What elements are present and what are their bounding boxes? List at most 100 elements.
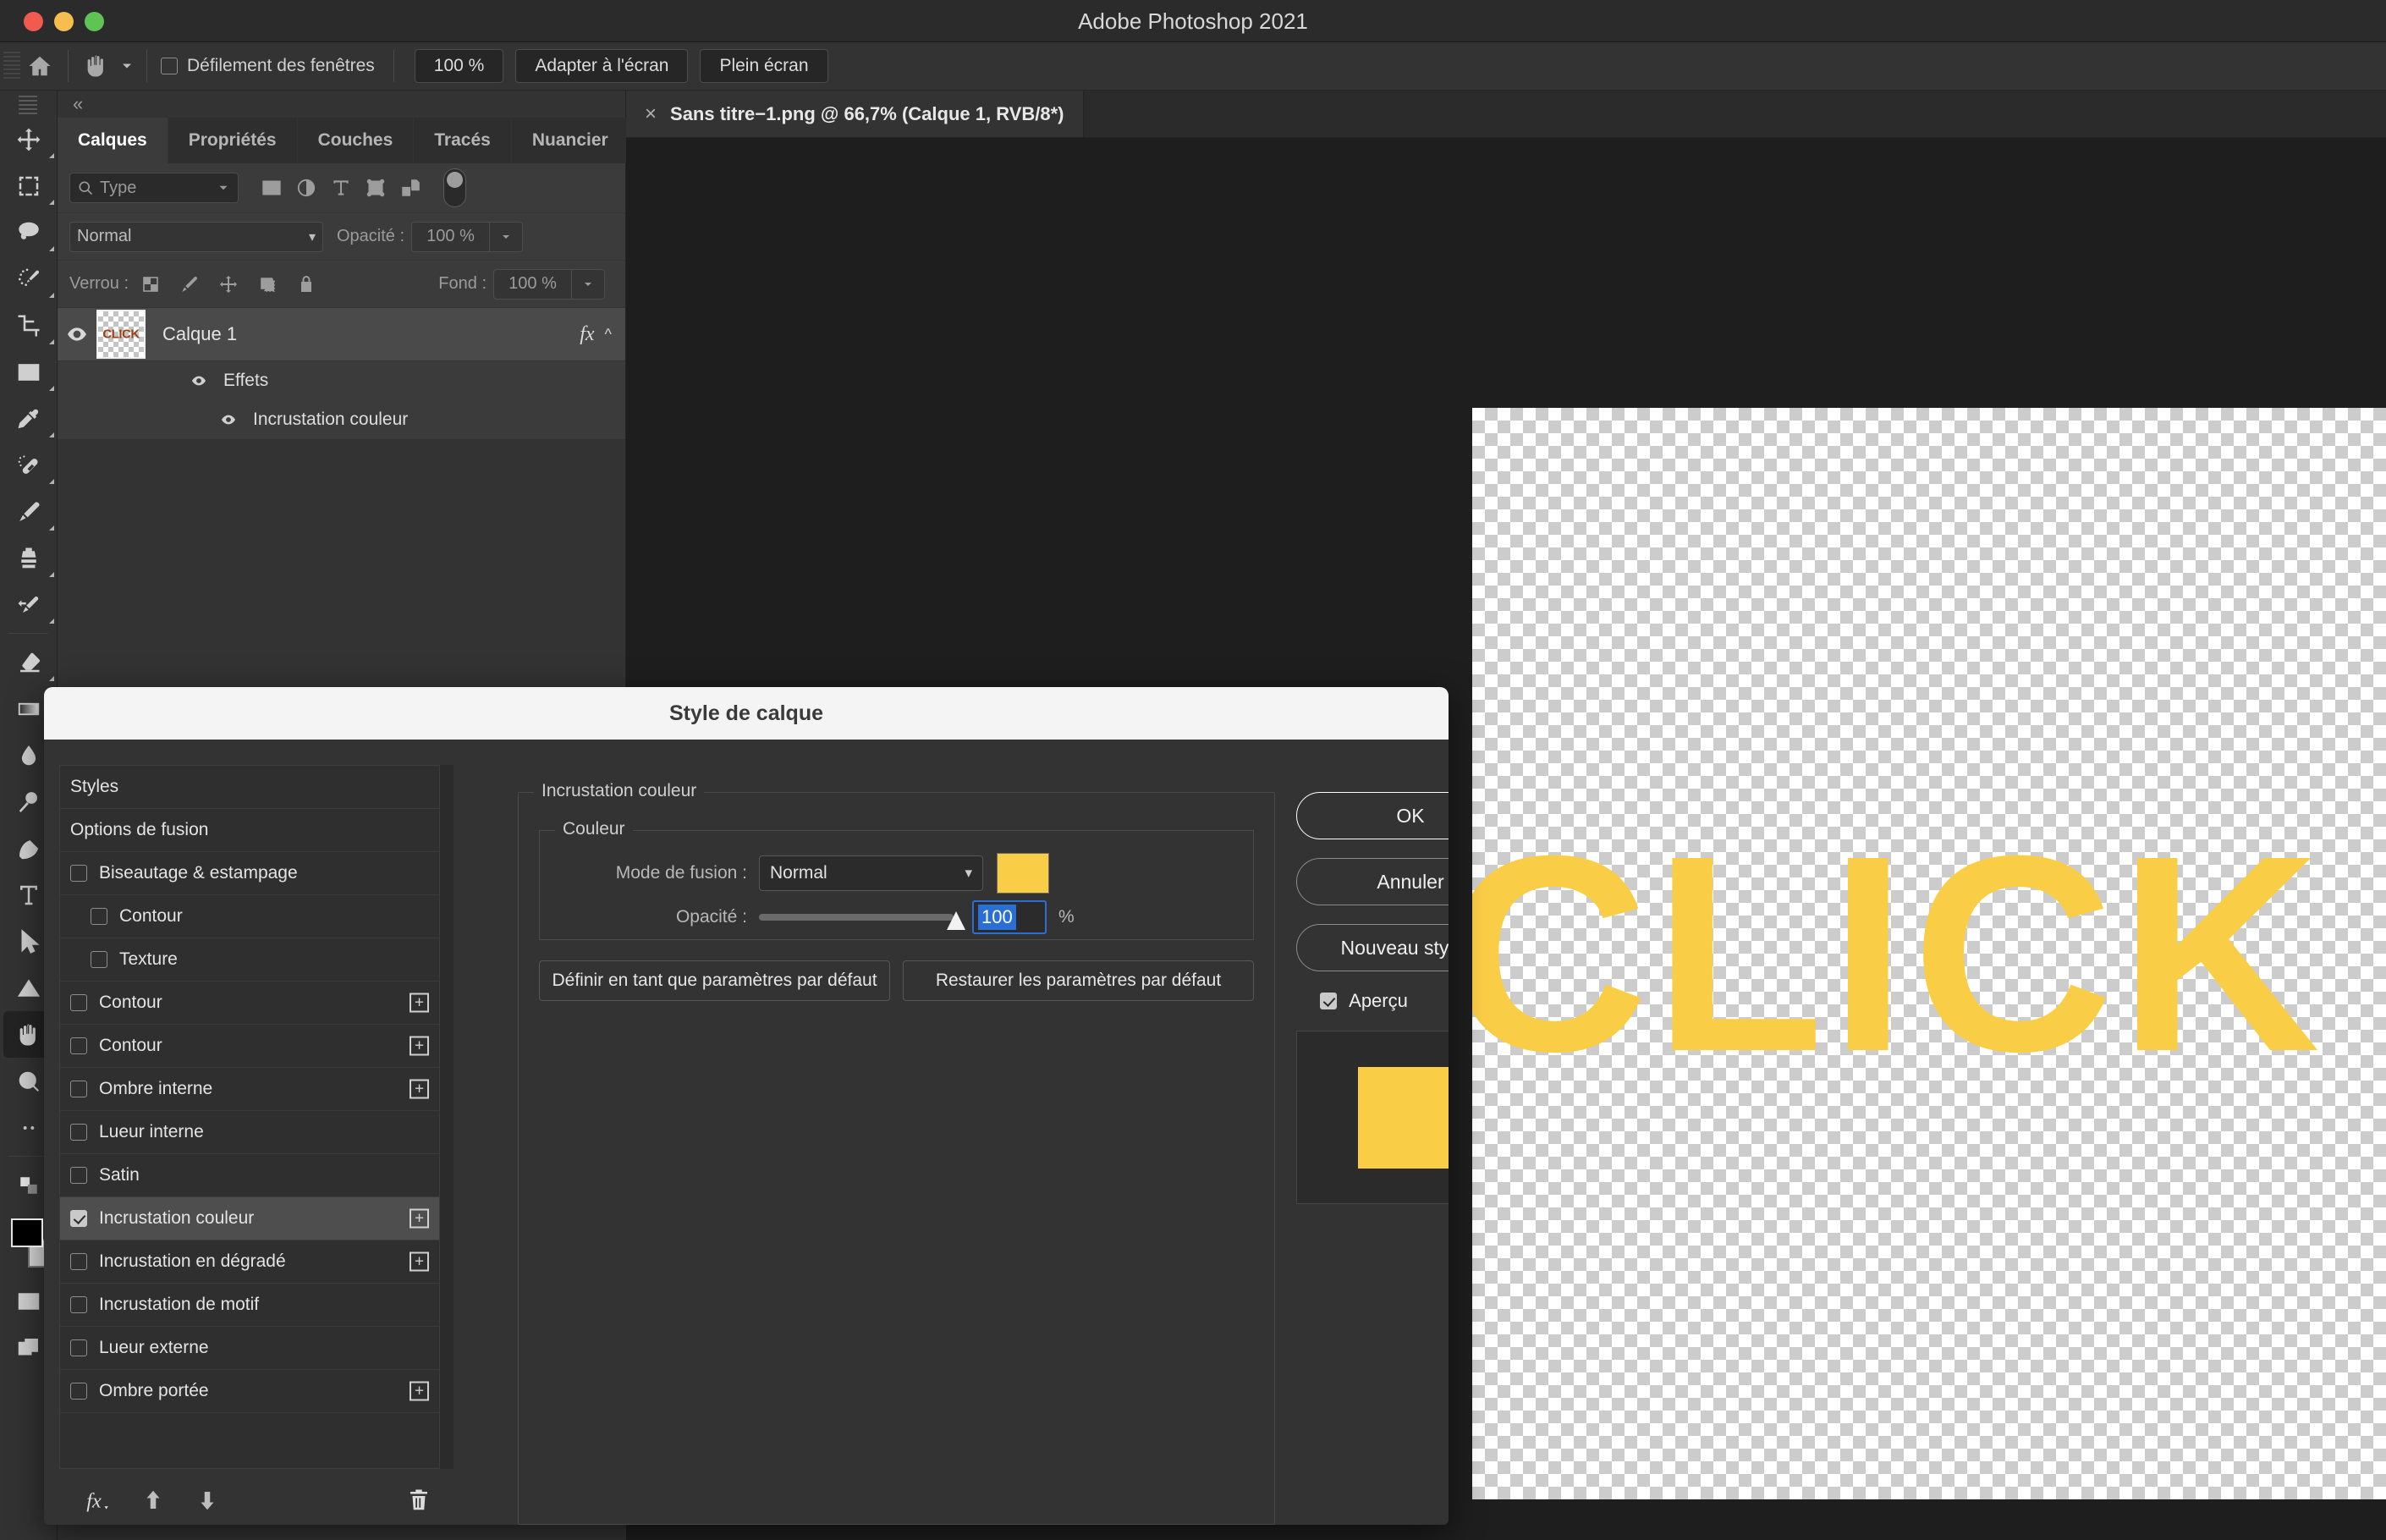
options-bar-grip[interactable] — [3, 52, 20, 80]
quick-selection-tool-icon[interactable] — [0, 256, 58, 302]
blend-mode-select[interactable]: Normal ▾ — [69, 222, 323, 252]
lock-all-icon[interactable] — [296, 274, 316, 294]
tab-proprietes[interactable]: Propriétés — [168, 118, 298, 163]
effects-visibility-eye-icon[interactable] — [184, 372, 213, 389]
add-effect-icon[interactable]: + — [410, 1037, 429, 1056]
layer-fx-badge[interactable]: fx — [580, 323, 594, 346]
checkbox-box[interactable] — [1320, 993, 1337, 1009]
close-tab-icon[interactable]: × — [645, 102, 657, 126]
move-down-icon[interactable] — [195, 1488, 220, 1513]
checkbox-box[interactable] — [161, 58, 178, 74]
hand-tool-icon[interactable] — [77, 47, 116, 85]
tab-nuancier[interactable]: Nuancier — [512, 118, 629, 163]
lock-artboard-icon[interactable] — [257, 274, 278, 294]
eraser-tool-icon[interactable] — [0, 639, 58, 685]
add-effect-icon[interactable]: + — [410, 1209, 429, 1229]
layer-thumbnail[interactable]: CLICK — [96, 310, 146, 359]
reset-default-button[interactable]: Restaurer les paramètres par défaut — [903, 960, 1254, 1001]
ok-button[interactable]: OK — [1296, 792, 1449, 839]
chevron-up-icon[interactable]: ^ — [605, 326, 612, 344]
style-list-item[interactable]: Texture — [60, 938, 439, 982]
collapse-panel-icon[interactable]: « — [58, 91, 625, 118]
styles-scrollbar[interactable] — [440, 765, 454, 1469]
effect-visibility-eye-icon[interactable] — [214, 411, 243, 428]
marquee-tool-icon[interactable] — [0, 162, 58, 209]
clone-stamp-tool-icon[interactable] — [0, 535, 58, 581]
style-enable-checkbox[interactable] — [70, 1339, 87, 1356]
layer-visibility-eye-icon[interactable] — [58, 323, 96, 345]
style-enable-checkbox[interactable] — [70, 1296, 87, 1313]
style-enable-checkbox[interactable] — [91, 951, 107, 968]
style-list-item[interactable]: Styles — [60, 766, 439, 809]
home-icon[interactable] — [20, 47, 59, 85]
tab-traces[interactable]: Tracés — [414, 118, 512, 163]
dialog-title-bar[interactable]: Style de calque — [44, 687, 1449, 740]
style-list-item[interactable]: Contour — [60, 895, 439, 938]
fx-icon[interactable]: fx — [83, 1486, 112, 1515]
healing-brush-tool-icon[interactable] — [0, 442, 58, 488]
style-enable-checkbox[interactable] — [70, 994, 87, 1011]
brush-tool-icon[interactable] — [0, 488, 58, 535]
add-effect-icon[interactable]: + — [410, 1080, 429, 1099]
style-list-item[interactable]: Ombre portée+ — [60, 1370, 439, 1413]
foreground-color-swatch[interactable] — [11, 1218, 43, 1247]
tab-calques[interactable]: Calques — [58, 118, 168, 163]
style-enable-checkbox[interactable] — [70, 1383, 87, 1400]
style-enable-checkbox[interactable] — [70, 1037, 87, 1054]
style-list-item[interactable]: Biseautage & estampage — [60, 852, 439, 895]
style-enable-checkbox[interactable] — [70, 1124, 87, 1141]
fill-input[interactable]: 100 % — [493, 269, 571, 300]
history-brush-tool-icon[interactable] — [0, 581, 58, 628]
filter-enable-toggle[interactable] — [443, 168, 466, 207]
style-list-item[interactable]: Incrustation de motif — [60, 1284, 439, 1327]
document-tab[interactable]: × Sans titre−1.png @ 66,7% (Calque 1, RV… — [626, 91, 1084, 138]
style-enable-checkbox[interactable] — [70, 865, 87, 882]
table-row[interactable]: CLICK Calque 1 fx ^ — [58, 307, 625, 361]
style-list-item[interactable]: Contour+ — [60, 1025, 439, 1068]
style-list-item[interactable]: Incrustation couleur+ — [60, 1197, 439, 1240]
style-list-item[interactable]: Options de fusion — [60, 809, 439, 852]
style-enable-checkbox[interactable] — [70, 1167, 87, 1184]
opacity-slider[interactable] — [759, 914, 954, 921]
add-effect-icon[interactable]: + — [410, 1382, 429, 1401]
lock-position-icon[interactable] — [218, 274, 239, 294]
delete-icon[interactable] — [406, 1488, 432, 1513]
move-tool-icon[interactable] — [0, 116, 58, 162]
frame-tool-icon[interactable] — [0, 349, 58, 395]
style-list-item[interactable]: Lueur externe — [60, 1327, 439, 1370]
color-swatch-button[interactable] — [997, 853, 1049, 894]
add-effect-icon[interactable]: + — [410, 1252, 429, 1272]
canvas[interactable]: CLICK — [1472, 408, 2386, 1499]
preview-checkbox[interactable]: Aperçu — [1296, 990, 1432, 1012]
lasso-tool-icon[interactable] — [0, 209, 58, 256]
style-enable-checkbox[interactable] — [91, 908, 107, 925]
layer-effects-group[interactable]: Effets — [58, 361, 625, 400]
scroll-all-windows-checkbox[interactable]: Défilement des fenêtres — [161, 56, 375, 76]
style-enable-checkbox[interactable] — [70, 1210, 87, 1227]
opacity-input[interactable]: 100 — [972, 900, 1047, 934]
cancel-button[interactable]: Annuler — [1296, 858, 1449, 905]
new-style-button[interactable]: Nouveau style... — [1296, 924, 1449, 971]
blend-mode-select[interactable]: Normal ▾ — [759, 855, 983, 891]
fill-stepper[interactable] — [571, 269, 605, 300]
toolbar-grip[interactable] — [19, 96, 37, 114]
opacity-input[interactable]: 100 % — [411, 222, 489, 252]
style-list-item[interactable]: Satin — [60, 1154, 439, 1197]
style-list-item[interactable]: Ombre interne+ — [60, 1068, 439, 1111]
add-effect-icon[interactable]: + — [410, 993, 429, 1013]
chevron-down-icon[interactable] — [116, 58, 138, 74]
layer-name[interactable]: Calque 1 — [162, 323, 580, 345]
style-list-item[interactable]: Contour+ — [60, 982, 439, 1025]
fit-screen-button[interactable]: Adapter à l'écran — [515, 49, 688, 83]
layer-effect-item[interactable]: Incrustation couleur — [58, 400, 625, 439]
search-input[interactable]: Type — [69, 173, 239, 203]
filter-type-icons[interactable] — [261, 177, 421, 199]
lock-image-icon[interactable] — [179, 274, 200, 294]
move-up-icon[interactable] — [140, 1488, 166, 1513]
eyedropper-tool-icon[interactable] — [0, 395, 58, 442]
style-enable-checkbox[interactable] — [70, 1253, 87, 1270]
style-list-item[interactable]: Incrustation en dégradé+ — [60, 1240, 439, 1284]
lock-transparent-icon[interactable] — [140, 274, 161, 294]
opacity-slider-handle[interactable] — [947, 911, 965, 930]
set-default-button[interactable]: Définir en tant que paramètres par défau… — [539, 960, 890, 1001]
